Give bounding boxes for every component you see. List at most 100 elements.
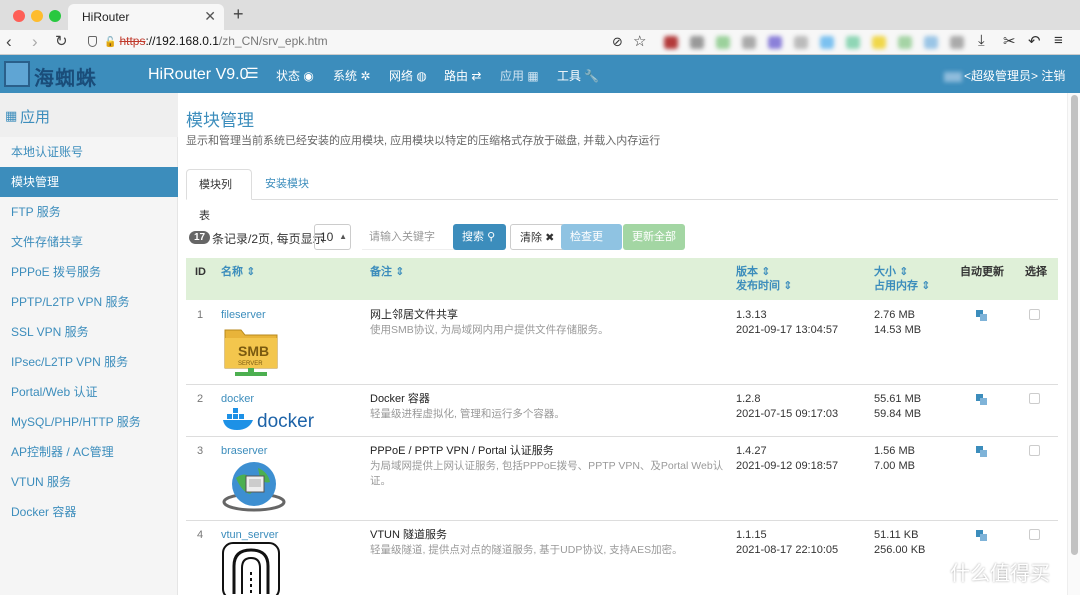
select-checkbox[interactable] — [1029, 309, 1040, 320]
hamburger-icon[interactable]: ☰ — [246, 65, 259, 82]
globe-server-logo-icon — [222, 462, 286, 512]
sidebar-item-portal[interactable]: Portal/Web 认证 — [0, 377, 178, 407]
sidebar-item-file-share[interactable]: 文件存储共享 — [0, 227, 178, 257]
address-bar[interactable]: 🔓 https://192.168.0.1/zh_CN/srv_epk.htm — [104, 34, 328, 48]
search-input[interactable]: 请输入关键字 — [362, 224, 454, 250]
sidebar-item-ftp[interactable]: FTP 服务 — [0, 197, 178, 227]
blurred-extensions — [660, 33, 968, 52]
update-all-button[interactable]: 更新全部 — [623, 224, 685, 250]
shield-icon[interactable] — [88, 36, 97, 47]
grid-icon: ▦ — [527, 69, 539, 83]
minimize-window-button[interactable] — [31, 10, 43, 22]
grid-icon: ▦ — [5, 108, 18, 123]
auto-update-icon[interactable] — [976, 530, 987, 541]
module-memory: 7.00 MB — [874, 460, 915, 472]
col-select: 选择 — [1025, 266, 1047, 278]
records-text: 条记录/2页, 每页显示 — [212, 232, 325, 246]
tab-install-module[interactable]: 安装模块 — [253, 169, 321, 200]
auto-update-icon[interactable] — [976, 394, 987, 405]
col-size[interactable]: 大小 ⇕ 占用内存 ⇕ — [874, 265, 930, 293]
user-info[interactable]: <超级管理员> 注销 — [944, 67, 1065, 84]
sort-icon: ⇕ — [761, 266, 771, 278]
brand-title[interactable]: HiRouter V9.0 — [148, 66, 249, 84]
wrench-icon: 🔧 — [584, 69, 600, 83]
maximize-window-button[interactable] — [49, 10, 61, 22]
page-title: 模块管理 — [186, 111, 254, 130]
module-version: 1.1.15 — [736, 529, 767, 541]
sidebar-item-docker[interactable]: Docker 容器 — [0, 497, 178, 527]
sidebar-item-ssl-vpn[interactable]: SSL VPN 服务 — [0, 317, 178, 347]
sidebar-item-mysql[interactable]: MySQL/PHP/HTTP 服务 — [0, 407, 178, 437]
menu-routing[interactable]: 路由 ⇄ — [444, 67, 481, 84]
permissions-icon[interactable]: ⊘ — [612, 34, 623, 50]
page-size-select[interactable]: 10▲▼ — [314, 224, 351, 265]
close-icon: ✖ — [545, 232, 555, 244]
select-checkbox[interactable] — [1029, 393, 1040, 404]
module-published: 2021-09-12 09:18:57 — [736, 460, 839, 472]
module-memory: 14.53 MB — [874, 324, 922, 336]
forward-icon[interactable]: › — [32, 32, 38, 52]
undo-icon[interactable]: ↶ — [1028, 32, 1041, 50]
gear-icon: ✲ — [360, 69, 371, 83]
sidebar-item-local-auth[interactable]: 本地认证账号 — [0, 137, 178, 167]
check-update-button[interactable]: 检查更新 — [561, 224, 622, 269]
close-window-button[interactable] — [13, 10, 25, 22]
select-checkbox[interactable] — [1029, 445, 1040, 456]
module-published: 2021-08-17 22:10:05 — [736, 544, 839, 556]
logo-text: 海蜘蛛 — [34, 68, 97, 90]
sidebar-item-modules[interactable]: 模块管理 — [0, 167, 178, 197]
auto-update-icon[interactable] — [976, 310, 987, 321]
sidebar-item-ap-controller[interactable]: AP控制器 / AC管理 — [0, 437, 178, 467]
app-header: 海蜘蛛 HiRouter V9.0 ☰ 状态 ◉ 系统 ✲ 网络 ◍ 路由 ⇄ … — [0, 55, 1080, 93]
menu-icon[interactable]: ≡ — [1054, 32, 1063, 49]
sidebar-header: ▦ 应用 — [0, 93, 178, 137]
back-icon[interactable]: ‹ — [6, 32, 12, 52]
auto-update-icon[interactable] — [976, 446, 987, 457]
sidebar-item-pppoe[interactable]: PPPoE 拨号服务 — [0, 257, 178, 287]
search-button[interactable]: 搜索 ⚲ — [453, 224, 506, 250]
table-row: 1 fileserver SMB SERVER 网上邻居文件共享 使用SMB协议… — [186, 300, 1058, 385]
tab-close-icon[interactable]: ✕ — [204, 8, 216, 25]
menu-status[interactable]: 状态 ◉ — [276, 67, 314, 84]
sidebar-item-ipsec[interactable]: IPsec/L2TP VPN 服务 — [0, 347, 178, 377]
module-version: 1.2.8 — [736, 393, 761, 405]
sidebar: ▦ 应用 本地认证账号 模块管理 FTP 服务 文件存储共享 PPPoE 拨号服… — [0, 93, 178, 595]
scrollbar-thumb[interactable] — [1071, 95, 1078, 555]
module-name-link[interactable]: vtun_server — [221, 528, 278, 543]
docker-logo-icon: docker — [223, 408, 315, 432]
new-tab-icon[interactable]: + — [233, 4, 244, 25]
scissors-icon[interactable]: ✂ — [1003, 32, 1016, 50]
tab-title: HiRouter — [82, 10, 130, 24]
col-version[interactable]: 版本 ⇕ 发布时间 ⇕ — [736, 265, 792, 293]
watermark: 值 什么值得买 — [908, 550, 1068, 590]
sidebar-title: 应用 — [20, 109, 51, 126]
page-scrollbar[interactable] — [1067, 93, 1080, 595]
menu-system[interactable]: 系统 ✲ — [333, 67, 370, 84]
col-name[interactable]: 名称 ⇕ — [221, 265, 255, 279]
module-size: 2.76 MB — [874, 309, 915, 321]
bookmark-star-icon[interactable]: ☆ — [633, 32, 646, 50]
tab-module-list[interactable]: 模块列表 — [186, 169, 252, 222]
module-name-link[interactable]: docker — [221, 392, 254, 407]
svg-text:SMB: SMB — [238, 343, 269, 359]
col-id: ID — [195, 266, 206, 278]
download-icon[interactable]: ⤓ — [978, 32, 985, 49]
logout-link[interactable]: 注销 — [1041, 69, 1065, 83]
smb-server-logo-icon: SMB SERVER — [224, 329, 278, 376]
menu-tools[interactable]: 工具 🔧 — [557, 67, 599, 84]
select-checkbox[interactable] — [1029, 529, 1040, 540]
module-name-link[interactable]: braserver — [221, 444, 267, 459]
menu-network[interactable]: 网络 ◍ — [389, 67, 427, 84]
sort-icon: ⇕ — [783, 280, 793, 292]
reload-icon[interactable]: ↻ — [55, 32, 68, 52]
col-note[interactable]: 备注 ⇕ — [370, 265, 404, 279]
module-name-link[interactable]: fileserver — [221, 308, 266, 323]
module-size: 55.61 MB — [874, 393, 922, 405]
browser-tab[interactable]: HiRouter ✕ — [68, 4, 224, 30]
menu-apps[interactable]: 应用 ▦ — [500, 67, 539, 84]
sort-icon: ⇕ — [395, 266, 405, 278]
svg-text:SERVER: SERVER — [238, 361, 263, 367]
sidebar-item-vtun[interactable]: VTUN 服务 — [0, 467, 178, 497]
clear-button[interactable]: 清除 ✖ — [510, 224, 565, 250]
sidebar-item-pptp-l2tp[interactable]: PPTP/L2TP VPN 服务 — [0, 287, 178, 317]
